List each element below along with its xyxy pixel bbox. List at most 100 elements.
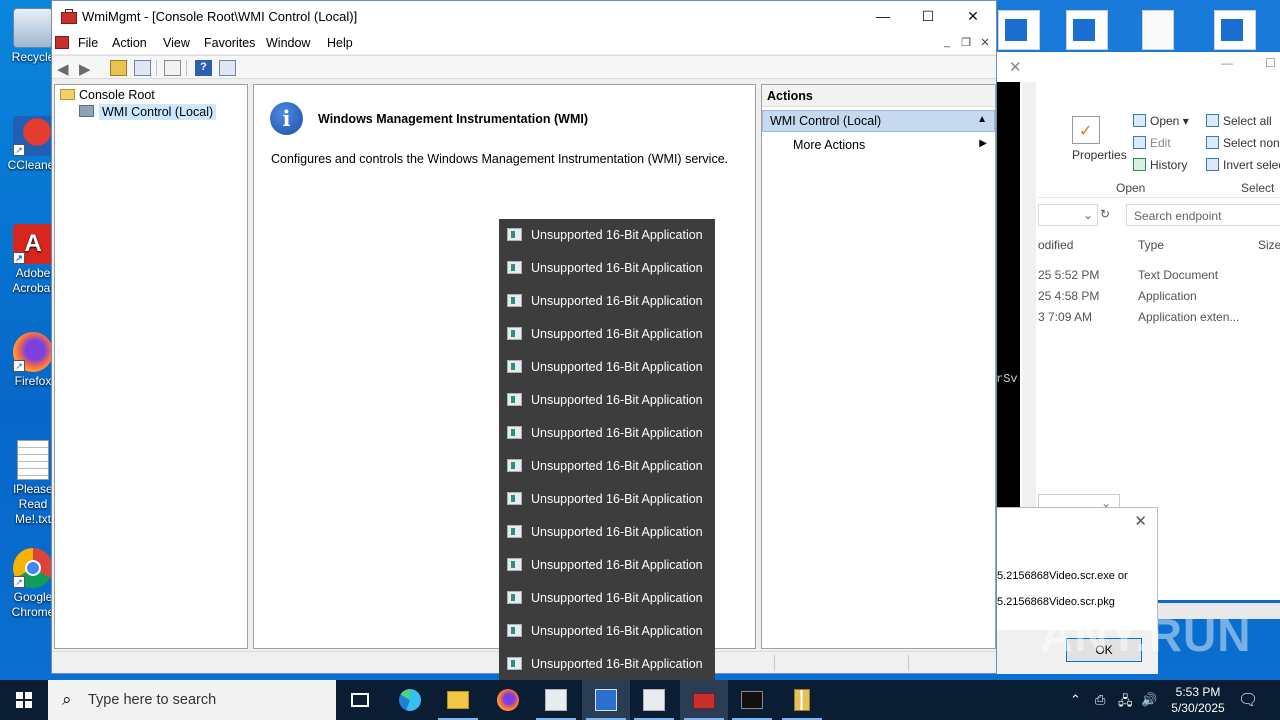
file-row-date[interactable]: 3 7:09 AM	[1038, 310, 1092, 324]
minimize-button[interactable]: —	[860, 1, 906, 32]
ribbon-group-open-label: Open	[1116, 181, 1146, 195]
forward-arrow-icon[interactable]: ▶	[79, 60, 96, 78]
submenu-arrow-icon: ▶	[979, 138, 987, 149]
show-hide-action-pane-icon[interactable]	[219, 60, 236, 76]
column-header-modified[interactable]: odified	[1038, 238, 1073, 252]
command-prompt-icon	[741, 691, 763, 709]
list-item[interactable]: Unsupported 16-Bit Application	[499, 219, 715, 252]
mdi-restore-icon[interactable]: ❐	[957, 36, 975, 50]
tree-node-wmi-control[interactable]: WMI Control (Local)	[79, 104, 217, 120]
properties-button[interactable]: Properties	[1072, 148, 1127, 162]
volume-icon[interactable]: 🔊	[1141, 692, 1157, 708]
file-row-date[interactable]: 25 5:52 PM	[1038, 268, 1099, 282]
taskbar-app-archive[interactable]	[778, 680, 826, 720]
menu-window[interactable]: Window	[266, 36, 310, 50]
list-item[interactable]: Unsupported 16-Bit Application	[499, 351, 715, 384]
dialog-message-line: 5.2156868Video.scr.exe or	[997, 570, 1128, 582]
collapse-arrow-icon[interactable]: ▲	[977, 114, 987, 125]
blank-document-thumbnail[interactable]	[1142, 10, 1174, 50]
taskbar-search-box[interactable]: ⌕ Type here to search	[48, 680, 336, 720]
taskbar-app-edge[interactable]	[386, 680, 434, 720]
search-input[interactable]: Search endpoint	[1126, 204, 1280, 226]
list-item[interactable]: Unsupported 16-Bit Application	[499, 582, 715, 615]
document-thumbnail[interactable]	[998, 10, 1040, 50]
invert-selection-button[interactable]: Invert selec	[1206, 158, 1280, 172]
refresh-icon[interactable]: ↻	[1100, 207, 1110, 221]
more-actions-item[interactable]: More Actions	[793, 138, 865, 152]
back-arrow-icon[interactable]: ◀	[57, 60, 74, 78]
taskbar-app-wmimgmt[interactable]	[680, 680, 728, 720]
application-icon	[545, 689, 567, 711]
menu-file[interactable]: File	[78, 36, 98, 50]
file-row-type[interactable]: Application exten...	[1138, 310, 1239, 324]
list-item[interactable]: Unsupported 16-Bit Application	[499, 516, 715, 549]
document-thumbnail[interactable]	[1066, 10, 1108, 50]
menu-help[interactable]: Help	[327, 36, 353, 50]
list-item[interactable]: Unsupported 16-Bit Application	[499, 252, 715, 285]
ribbon-open-button[interactable]: Open ▾	[1133, 114, 1189, 128]
file-row-type[interactable]: Text Document	[1138, 268, 1218, 282]
up-folder-icon[interactable]	[110, 60, 127, 76]
list-item[interactable]: Unsupported 16-Bit Application	[499, 285, 715, 318]
title-bar[interactable]: WmiMgmt - [Console Root\WMI Control (Loc…	[52, 1, 996, 32]
taskbar-app-firefox[interactable]	[484, 680, 532, 720]
document-thumbnail[interactable]	[1214, 10, 1256, 50]
window-title: WmiMgmt - [Console Root\WMI Control (Loc…	[82, 9, 358, 24]
taskbar-app-16bit-2[interactable]	[582, 680, 630, 720]
toolbox-menu-icon[interactable]	[55, 36, 69, 49]
application-icon	[643, 689, 665, 711]
list-item[interactable]: Unsupported 16-Bit Application	[499, 549, 715, 582]
taskbar-app-16bit-3[interactable]	[630, 680, 678, 720]
export-list-icon[interactable]	[164, 60, 181, 76]
clock[interactable]: 5:53 PM 5/30/2025	[1160, 684, 1236, 716]
close-icon[interactable]: ✕	[1009, 58, 1022, 76]
taskbar-app-16bit-1[interactable]	[532, 680, 580, 720]
menu-action[interactable]: Action	[112, 36, 147, 50]
menu-favorites[interactable]: Favorites	[204, 36, 255, 50]
maximize-icon[interactable]: ☐	[1265, 56, 1276, 70]
help-icon[interactable]: ?	[195, 60, 212, 76]
list-item[interactable]: Unsupported 16-Bit Application	[499, 450, 715, 483]
mdi-minimize-icon[interactable]: _	[938, 36, 956, 50]
ribbon-history-button[interactable]: History	[1133, 158, 1187, 172]
actions-group-label: WMI Control (Local)	[770, 114, 882, 128]
maximize-button[interactable]: ☐	[905, 1, 951, 32]
task-view-button[interactable]	[336, 680, 384, 720]
network-icon[interactable]: 🖧	[1118, 692, 1133, 714]
adobe-acrobat-icon: A ↗	[13, 224, 53, 264]
menu-view[interactable]: View	[163, 36, 190, 50]
taskbar: ⌕ Type here to search ⌃ ⎙ 🖧 🔊 5:53 PM 5/…	[0, 680, 1280, 720]
ribbon-edit-button[interactable]: Edit	[1133, 136, 1171, 150]
toolbar: ◀ ▶ ?	[52, 55, 996, 79]
list-item[interactable]: Unsupported 16-Bit Application	[499, 615, 715, 648]
start-button[interactable]	[0, 680, 48, 720]
minimize-icon[interactable]: —	[1221, 56, 1233, 70]
column-header-type[interactable]: Type	[1138, 238, 1164, 252]
close-button[interactable]: ✕	[950, 1, 996, 32]
list-item[interactable]: Unsupported 16-Bit Application	[499, 384, 715, 417]
address-bar[interactable]: ⌄	[1038, 204, 1098, 226]
notifications-icon[interactable]: 🗨	[1238, 690, 1258, 710]
taskbar-app-file-explorer[interactable]	[434, 680, 482, 720]
mdi-close-icon[interactable]: ✕	[976, 36, 994, 50]
taskbar-app-command-prompt[interactable]	[728, 680, 776, 720]
file-row-date[interactable]: 25 4:58 PM	[1038, 289, 1099, 303]
file-row-type[interactable]: Application	[1138, 289, 1197, 303]
actions-header: Actions	[762, 85, 995, 107]
close-icon[interactable]: ✕	[1134, 512, 1147, 530]
application-icon	[507, 426, 522, 439]
show-hidden-icons-chevron[interactable]: ⌃	[1070, 692, 1081, 708]
list-item[interactable]: Unsupported 16-Bit Application	[499, 483, 715, 516]
list-item[interactable]: Unsupported 16-Bit Application	[499, 648, 715, 680]
application-icon	[507, 393, 522, 406]
column-header-size[interactable]: Size	[1258, 238, 1280, 252]
list-item[interactable]: Unsupported 16-Bit Application	[499, 417, 715, 450]
show-hide-tree-icon[interactable]	[134, 60, 151, 76]
select-all-button[interactable]: Select all	[1206, 114, 1272, 128]
select-none-button[interactable]: Select non	[1206, 136, 1280, 150]
tray-device-icon[interactable]: ⎙	[1095, 692, 1105, 708]
snapin-description: Configures and controls the Windows Mana…	[271, 152, 729, 166]
list-item[interactable]: Unsupported 16-Bit Application	[499, 318, 715, 351]
actions-group-wmi-control[interactable]: WMI Control (Local) ▲	[762, 110, 995, 132]
tree-node-console-root[interactable]: Console Root	[60, 88, 155, 102]
